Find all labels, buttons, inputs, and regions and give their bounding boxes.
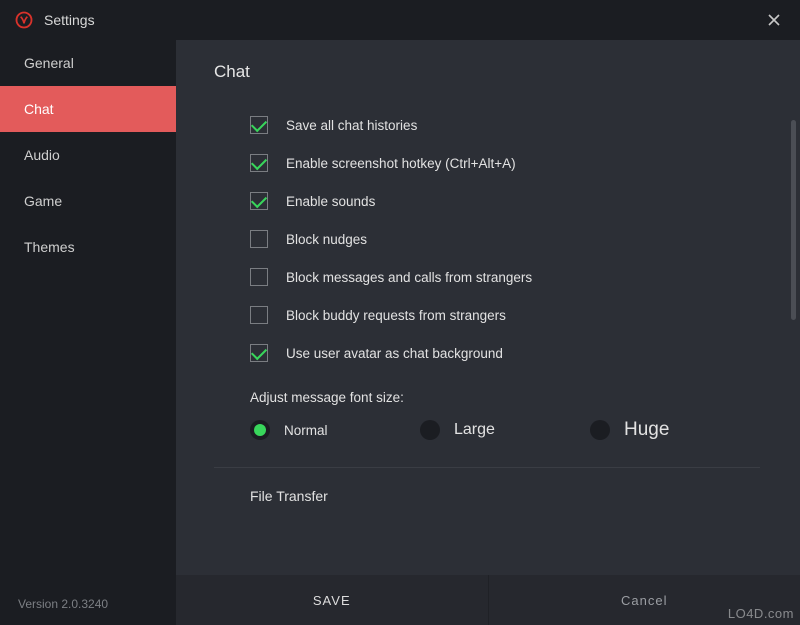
font-size-huge[interactable]: Huge bbox=[590, 419, 760, 441]
sidebar-item-general[interactable]: General bbox=[0, 40, 176, 86]
font-size-large[interactable]: Large bbox=[420, 419, 590, 441]
body: General Chat Audio Game Themes Version 2… bbox=[0, 40, 800, 625]
radio[interactable] bbox=[590, 420, 610, 440]
version-label: Version 2.0.3240 bbox=[0, 583, 176, 625]
option-label: Use user avatar as chat background bbox=[286, 346, 503, 361]
main-panel: Chat Save all chat histories Enable scre… bbox=[176, 40, 800, 625]
sidebar-item-label: Game bbox=[24, 193, 62, 209]
sidebar-item-label: Audio bbox=[24, 147, 60, 163]
chat-options: Save all chat histories Enable screensho… bbox=[214, 106, 760, 372]
sidebar: General Chat Audio Game Themes Version 2… bbox=[0, 40, 176, 625]
file-transfer-heading: File Transfer bbox=[214, 488, 760, 504]
save-button[interactable]: SAVE bbox=[176, 575, 488, 625]
option-label: Block nudges bbox=[286, 232, 367, 247]
titlebar-title: Settings bbox=[44, 12, 95, 28]
titlebar: Settings bbox=[0, 0, 800, 40]
sidebar-item-themes[interactable]: Themes bbox=[0, 224, 176, 270]
option-screenshot-hotkey[interactable]: Enable screenshot hotkey (Ctrl+Alt+A) bbox=[250, 144, 760, 182]
checkbox[interactable] bbox=[250, 230, 268, 248]
option-block-nudges[interactable]: Block nudges bbox=[250, 220, 760, 258]
sidebar-item-audio[interactable]: Audio bbox=[0, 132, 176, 178]
radio-label: Normal bbox=[284, 423, 328, 438]
radio[interactable] bbox=[420, 420, 440, 440]
font-size-section: Adjust message font size: Normal Large bbox=[214, 390, 760, 441]
content-area: Chat Save all chat histories Enable scre… bbox=[176, 40, 800, 575]
checkbox[interactable] bbox=[250, 192, 268, 210]
font-size-title: Adjust message font size: bbox=[250, 390, 760, 405]
option-label: Enable sounds bbox=[286, 194, 375, 209]
section-divider bbox=[214, 467, 760, 468]
sidebar-item-label: Chat bbox=[24, 101, 54, 117]
cancel-button[interactable]: Cancel bbox=[488, 575, 800, 625]
close-button[interactable] bbox=[762, 8, 786, 32]
radio[interactable] bbox=[250, 420, 270, 440]
option-block-strangers-msgs[interactable]: Block messages and calls from strangers bbox=[250, 258, 760, 296]
sidebar-item-chat[interactable]: Chat bbox=[0, 86, 176, 132]
radio-label: Large bbox=[454, 421, 495, 439]
settings-window: Settings General Chat Audio Game Themes … bbox=[0, 0, 800, 625]
option-block-buddy-requests[interactable]: Block buddy requests from strangers bbox=[250, 296, 760, 334]
app-logo-icon bbox=[14, 10, 34, 30]
option-label: Enable screenshot hotkey (Ctrl+Alt+A) bbox=[286, 156, 516, 171]
option-label: Save all chat histories bbox=[286, 118, 417, 133]
checkbox[interactable] bbox=[250, 306, 268, 324]
checkbox[interactable] bbox=[250, 268, 268, 286]
page-title: Chat bbox=[214, 62, 760, 82]
checkbox[interactable] bbox=[250, 154, 268, 172]
radio-label: Huge bbox=[624, 419, 669, 441]
footer: SAVE Cancel bbox=[176, 575, 800, 625]
scrollbar-thumb[interactable] bbox=[791, 120, 796, 320]
checkbox[interactable] bbox=[250, 344, 268, 362]
font-size-radios: Normal Large Huge bbox=[250, 419, 760, 441]
sidebar-item-label: Themes bbox=[24, 239, 75, 255]
option-label: Block messages and calls from strangers bbox=[286, 270, 532, 285]
option-label: Block buddy requests from strangers bbox=[286, 308, 506, 323]
option-enable-sounds[interactable]: Enable sounds bbox=[250, 182, 760, 220]
font-size-normal[interactable]: Normal bbox=[250, 419, 420, 441]
checkbox[interactable] bbox=[250, 116, 268, 134]
sidebar-item-game[interactable]: Game bbox=[0, 178, 176, 224]
sidebar-item-label: General bbox=[24, 55, 74, 71]
option-save-histories[interactable]: Save all chat histories bbox=[250, 106, 760, 144]
option-avatar-background[interactable]: Use user avatar as chat background bbox=[250, 334, 760, 372]
